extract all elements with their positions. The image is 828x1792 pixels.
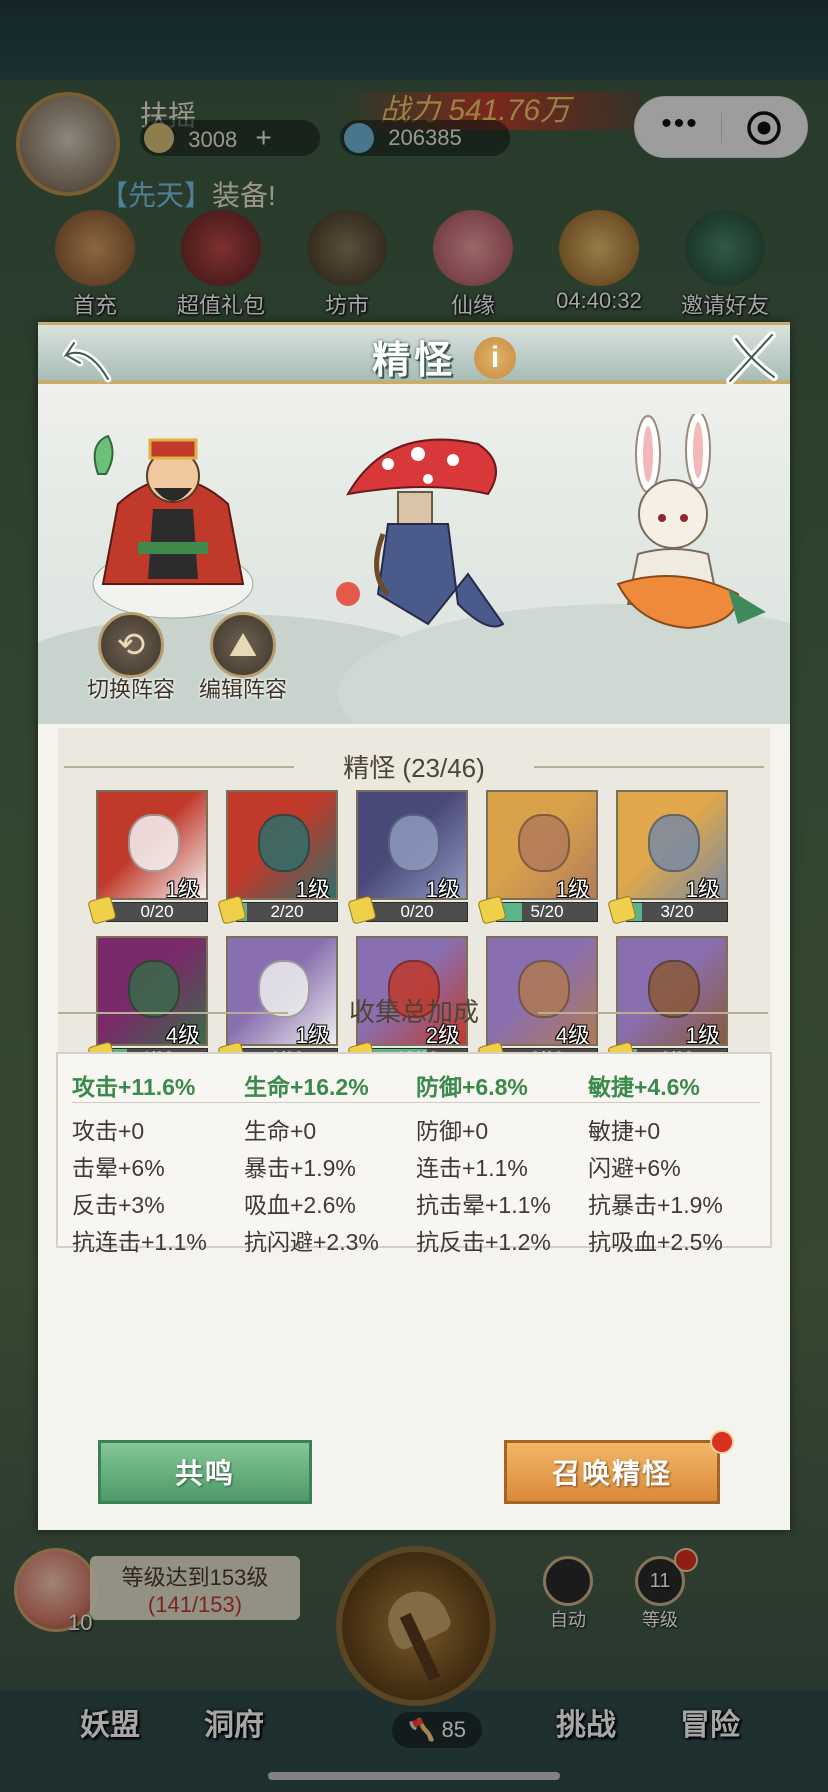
bonus-stat-cell: 暴击+1.9% (244, 1155, 356, 1181)
spirit-card[interactable]: 1级 2/20 (217, 790, 338, 925)
bonus-defense-percent: 防御+6.8% (416, 1074, 528, 1100)
summon-spirit-button[interactable]: 召唤精怪 (504, 1440, 720, 1504)
collection-bonus-table: 攻击+11.6% 生命+16.2% 防御+6.8% 敏捷+4.6% 攻击+0 生命… (56, 1052, 774, 1255)
fragment-progress-bar: 5/20 (496, 902, 598, 922)
bonus-separator (72, 1102, 760, 1103)
fragment-progress-text: 5/20 (530, 902, 564, 921)
edit-lineup-label: 编辑阵容 (198, 677, 287, 702)
bonus-stat-row: 攻击+0 生命+0 防御+0 敏捷+0 (58, 1112, 774, 1148)
spirit-mushroom[interactable] (328, 424, 528, 654)
bonus-stat-cell: 防御+0 (416, 1118, 489, 1144)
bonus-stat-cell: 抗吸血+2.5% (588, 1229, 723, 1255)
spirit-portrait: 2级 (356, 936, 468, 1046)
spirit-portrait: 1级 (226, 936, 338, 1046)
panel-header: 精怪 i (38, 322, 790, 385)
bonus-stat-cell: 闪避+6% (588, 1155, 681, 1181)
bonus-stat-cell: 抗击晕+1.1% (416, 1192, 551, 1218)
switch-lineup-button[interactable]: ⟲ 切换阵容 (76, 612, 186, 704)
spirit-portrait: 4级 (96, 936, 208, 1046)
bonus-stat-cell: 抗反击+1.2% (416, 1229, 551, 1255)
bonus-stat-row: 击晕+6% 暴击+1.9% 连击+1.1% 闪避+6% (58, 1149, 774, 1185)
info-button[interactable]: i (474, 337, 516, 379)
spirit-card[interactable]: 1级 0/20 (347, 790, 468, 925)
spirit-level: 1级 (165, 877, 200, 900)
spirit-portrait: 4级 (486, 936, 598, 1046)
bonus-stat-cell: 生命+0 (244, 1118, 317, 1144)
spirit-face (128, 814, 180, 872)
switch-icon: ⟲ (98, 612, 164, 678)
close-icon[interactable] (718, 325, 782, 389)
bonus-stat-cell: 反击+3% (72, 1192, 165, 1218)
fragment-progress-bar: 0/20 (366, 902, 468, 922)
fragment-progress-text: 0/20 (140, 902, 174, 921)
edit-icon: ⛰ (210, 612, 276, 678)
panel-title: 精怪 (371, 340, 456, 382)
spirit-level: 1级 (295, 877, 330, 900)
spirit-face (518, 814, 570, 872)
spirit-level: 1级 (555, 877, 590, 900)
spirit-portrait: 1级 (616, 936, 728, 1046)
spirit-face (648, 814, 700, 872)
bonus-stat-cell: 抗连击+1.1% (72, 1229, 207, 1255)
bonus-stat-cell: 敏捷+0 (588, 1118, 661, 1144)
fragment-progress-bar: 3/20 (626, 902, 728, 922)
resonate-button[interactable]: 共鸣 (98, 1440, 312, 1504)
summon-notification-dot (710, 1430, 734, 1454)
spirit-portrait: 1级 (486, 790, 598, 900)
bonus-stat-cell: 抗暴击+1.9% (588, 1192, 723, 1218)
fragment-progress-text: 0/20 (400, 902, 434, 921)
switch-lineup-label: 切换阵容 (86, 677, 175, 702)
lineup-showcase: ⟲ 切换阵容 ⛰ 编辑阵容 (38, 384, 790, 724)
spirit-wealth-god[interactable] (58, 414, 288, 624)
bonus-stat-row: 反击+3% 吸血+2.6% 抗击晕+1.1% 抗暴击+1.9% (58, 1186, 774, 1222)
spirit-face (388, 814, 440, 872)
bonus-stat-row: 抗连击+1.1% 抗闪避+2.3% 抗反击+1.2% 抗吸血+2.5% (58, 1223, 774, 1259)
collection-title: 精怪 (23/46) (343, 753, 485, 783)
spirit-portrait: 1级 (96, 790, 208, 900)
spirit-card[interactable]: 1级 5/20 (477, 790, 598, 925)
spirit-rabbit[interactable] (588, 414, 778, 644)
bonus-stat-cell: 连击+1.1% (416, 1155, 528, 1181)
bonus-headline-row: 攻击+11.6% 生命+16.2% 防御+6.8% 敏捷+4.6% (58, 1068, 774, 1104)
fragment-progress-text: 3/20 (660, 902, 694, 921)
fragment-progress-text: 2/20 (270, 902, 304, 921)
spirit-panel: 精怪 i ⟲ 切换阵容 ⛰ 编辑阵容 精怪 (23/46) 1级 0/20 1级… (38, 322, 790, 1530)
bonus-agility-percent: 敏捷+4.6% (588, 1074, 700, 1100)
collection-area: 精怪 (23/46) 1级 0/20 1级 2/20 1级 0/20 1级 5/20 1级 3/2… (58, 728, 770, 1098)
bonus-stat-cell: 攻击+0 (72, 1118, 145, 1144)
bonus-attack-percent: 攻击+11.6% (72, 1074, 196, 1100)
spirit-card[interactable]: 1级 3/20 (607, 790, 728, 925)
spirit-level: 1级 (685, 877, 720, 900)
fragment-progress-bar: 2/20 (236, 902, 338, 922)
edit-lineup-button[interactable]: ⛰ 编辑阵容 (188, 612, 298, 704)
bonus-hp-percent: 生命+16.2% (244, 1074, 369, 1100)
bonus-stat-cell: 抗闪避+2.3% (244, 1229, 379, 1255)
bonus-stat-cell: 击晕+6% (72, 1155, 165, 1181)
spirit-portrait: 1级 (616, 790, 728, 900)
spirit-portrait: 1级 (356, 790, 468, 900)
spirit-card[interactable]: 1级 0/20 (87, 790, 208, 925)
fragment-progress-bar: 0/20 (106, 902, 208, 922)
bonus-title: 收集总加成 (348, 997, 479, 1027)
bonus-stat-cell: 吸血+2.6% (244, 1192, 356, 1218)
spirit-face (258, 814, 310, 872)
spirit-portrait: 1级 (226, 790, 338, 900)
spirit-level: 1级 (425, 877, 460, 900)
